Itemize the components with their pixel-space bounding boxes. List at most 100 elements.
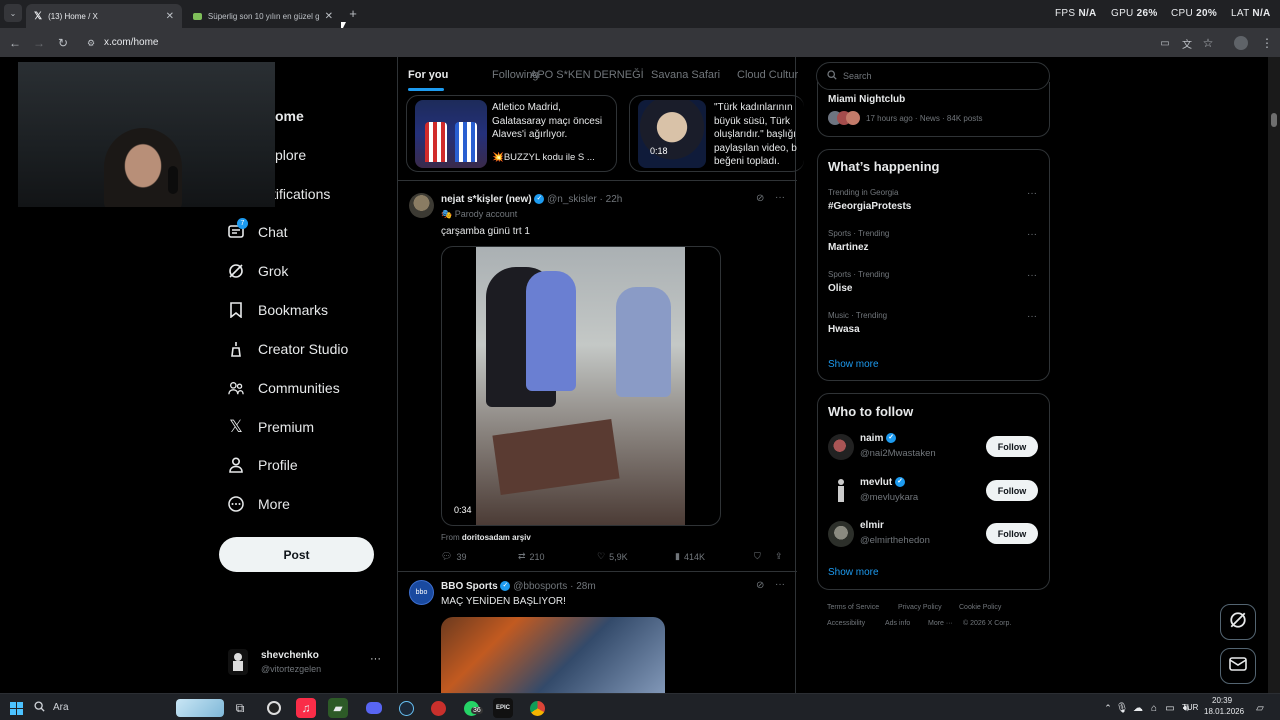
show-more-link[interactable]: Show more xyxy=(828,359,879,370)
views-button[interactable]: ▮ 414K xyxy=(675,551,705,562)
trend-item[interactable]: Sports · Trending Martinez ··· xyxy=(818,229,1049,265)
profile-avatar-icon[interactable] xyxy=(1232,34,1250,52)
obs-app-icon[interactable] xyxy=(264,698,284,718)
forward-arrow-icon[interactable]: → xyxy=(30,34,48,52)
trend-item[interactable]: Music · Trending Hwasa ··· xyxy=(818,311,1049,347)
translate-icon[interactable]: 文 xyxy=(1178,34,1196,52)
nav-chat[interactable]: 7 Chat xyxy=(228,217,288,247)
tweet[interactable]: nejat s*kişler (new) ✓ @n_skisler · 22h … xyxy=(398,181,797,571)
nav-more[interactable]: More xyxy=(228,489,290,519)
nav-profile[interactable]: Profile xyxy=(228,450,298,480)
nav-communities[interactable]: Communities xyxy=(228,373,340,403)
like-button[interactable]: ♡ 5,9K xyxy=(597,551,628,562)
back-arrow-icon[interactable]: ← xyxy=(6,34,24,52)
reload-icon[interactable]: ↻ xyxy=(54,34,72,52)
browser-tab-active[interactable]: 𝕏 (13) Home / X ✕ xyxy=(26,4,182,28)
tab-for-you[interactable]: For you xyxy=(408,69,448,81)
bookmark-star-icon[interactable]: ☆ xyxy=(1199,34,1217,52)
post-button[interactable]: Post xyxy=(219,537,374,572)
tab-apo-sken[interactable]: APO S*KEN DERNEĞİ xyxy=(530,69,644,81)
grok-fab[interactable] xyxy=(1220,604,1256,640)
more-dots-icon[interactable]: ··· xyxy=(775,192,785,203)
scroll-thumb[interactable] xyxy=(1271,113,1277,127)
tweet-video[interactable]: 0:34 xyxy=(441,246,721,526)
tweet-author[interactable]: nejat s*kişler (new) xyxy=(441,194,532,205)
more-dots-icon[interactable]: ··· xyxy=(370,653,381,665)
page-scrollbar[interactable] xyxy=(1268,57,1280,693)
tab-savana-safari[interactable]: Savana Safari xyxy=(651,69,720,81)
repost-button[interactable]: ⇄ 210 xyxy=(518,551,545,562)
epic-games-icon[interactable]: EPIC xyxy=(493,698,513,718)
more-dots-icon[interactable]: ··· xyxy=(1027,188,1037,199)
chrome-app-icon[interactable] xyxy=(527,698,547,718)
task-view-icon[interactable]: ⧉ xyxy=(230,698,250,718)
new-tab-button[interactable]: + xyxy=(344,4,362,22)
tweet[interactable]: bbo BBO Sports ✓ @bbosports · 28m ⊘ ··· … xyxy=(398,572,797,693)
nav-explore[interactable]: plore xyxy=(275,140,306,170)
tweet-time[interactable]: · 22h xyxy=(600,194,623,205)
nav-notifications[interactable]: tifications xyxy=(272,179,330,209)
discord-app-icon[interactable] xyxy=(364,698,384,718)
news-panel[interactable]: Miami Nightclub 17 hours ago · News · 84… xyxy=(817,82,1050,137)
account-switcher[interactable]: shevchenko @vitortezgelen ··· xyxy=(228,647,388,683)
footer-ads-info[interactable]: Ads info xyxy=(885,620,910,627)
taskbar-search[interactable]: Ara xyxy=(34,697,224,718)
game-app-icon[interactable]: ▰ xyxy=(328,698,348,718)
whatsapp-app-icon[interactable]: 36 xyxy=(461,698,483,718)
tab-cloud-cultur[interactable]: Cloud Cultur xyxy=(737,69,798,81)
tweet-handle[interactable]: @n_skisler xyxy=(547,194,597,205)
nav-home[interactable]: ome xyxy=(275,101,304,131)
address-bar[interactable]: x.com/home xyxy=(104,37,158,48)
tweet-handle[interactable]: @bbosports xyxy=(513,581,567,592)
clock-date[interactable]: 18.01.2026 xyxy=(1204,707,1244,716)
trend-item[interactable]: Sports · Trending Olise ··· xyxy=(818,270,1049,306)
more-dots-icon[interactable]: ··· xyxy=(1027,229,1037,240)
reply-button[interactable]: 💬︎ 39 xyxy=(441,551,466,562)
close-tab-icon[interactable]: ✕ xyxy=(325,11,333,22)
footer-privacy[interactable]: Privacy Policy xyxy=(898,604,942,611)
nav-grok[interactable]: Grok xyxy=(228,256,288,286)
follow-button[interactable]: Follow xyxy=(986,436,1038,457)
tweet-author[interactable]: BBO Sports xyxy=(441,581,498,592)
site-info-icon[interactable]: ⚙ xyxy=(82,34,100,52)
video-news-card[interactable]: 0:18 "Türk kadınlarının büyük süsü, Türk… xyxy=(629,95,804,172)
trend-item[interactable]: Trending in Georgia #GeorgiaProtests ··· xyxy=(818,188,1049,224)
music-app-icon[interactable]: ♫ xyxy=(296,698,316,718)
game-launcher-icon[interactable] xyxy=(428,698,448,718)
follow-button[interactable]: Follow xyxy=(986,523,1038,544)
show-more-link[interactable]: Show more xyxy=(828,567,879,578)
cast-icon[interactable]: ▭ xyxy=(1156,34,1174,52)
follow-suggestion[interactable]: naim ✓ @nai2Mwastaken Follow xyxy=(818,432,1049,468)
windows-start-icon[interactable] xyxy=(6,698,26,718)
news-card[interactable]: Atletico Madrid, Galatasaray maçı öncesi… xyxy=(406,95,617,172)
bookmark-button[interactable]: ⛉ xyxy=(754,551,761,562)
avatar xyxy=(828,434,854,460)
footer-terms[interactable]: Terms of Service xyxy=(827,604,879,611)
messages-fab[interactable] xyxy=(1220,648,1256,684)
language-indicator[interactable]: TUR xyxy=(1182,703,1198,712)
nav-creator-studio[interactable]: Creator Studio xyxy=(228,334,348,364)
grok-analyze-icon[interactable]: ⊘ xyxy=(756,193,764,204)
nav-bookmarks[interactable]: Bookmarks xyxy=(228,295,328,325)
clock-time[interactable]: 20:39 xyxy=(1212,696,1232,705)
tweet-time[interactable]: · 28m xyxy=(570,581,596,592)
more-dots-icon[interactable]: ··· xyxy=(1027,270,1037,281)
nav-premium[interactable]: 𝕏 Premium xyxy=(228,412,314,442)
steam-app-icon[interactable] xyxy=(396,698,416,718)
close-tab-icon[interactable]: ✕ xyxy=(166,11,174,22)
browser-tab[interactable]: Süperlig son 10 yılın en güzel g ✕ xyxy=(185,4,341,28)
grok-analyze-icon[interactable]: ⊘ xyxy=(756,580,764,591)
kebab-menu-icon[interactable]: ⋮ xyxy=(1258,34,1276,52)
more-dots-icon[interactable]: ··· xyxy=(1027,311,1037,322)
more-dots-icon[interactable]: ··· xyxy=(775,579,785,590)
follow-suggestion[interactable]: mevlut ✓ @mevluykara Follow xyxy=(818,476,1049,512)
share-button[interactable]: ⇪ xyxy=(775,551,783,562)
notification-icon[interactable]: ▱ xyxy=(1250,698,1270,718)
tab-search-dropdown[interactable]: ⌄ xyxy=(4,4,22,22)
footer-accessibility[interactable]: Accessibility xyxy=(827,620,865,627)
follow-suggestion[interactable]: elmir @elmirthehedon Follow xyxy=(818,519,1049,555)
footer-more[interactable]: More ··· xyxy=(928,620,953,627)
footer-cookie[interactable]: Cookie Policy xyxy=(959,604,1001,611)
tweet-media[interactable] xyxy=(441,617,665,693)
follow-button[interactable]: Follow xyxy=(986,480,1038,501)
